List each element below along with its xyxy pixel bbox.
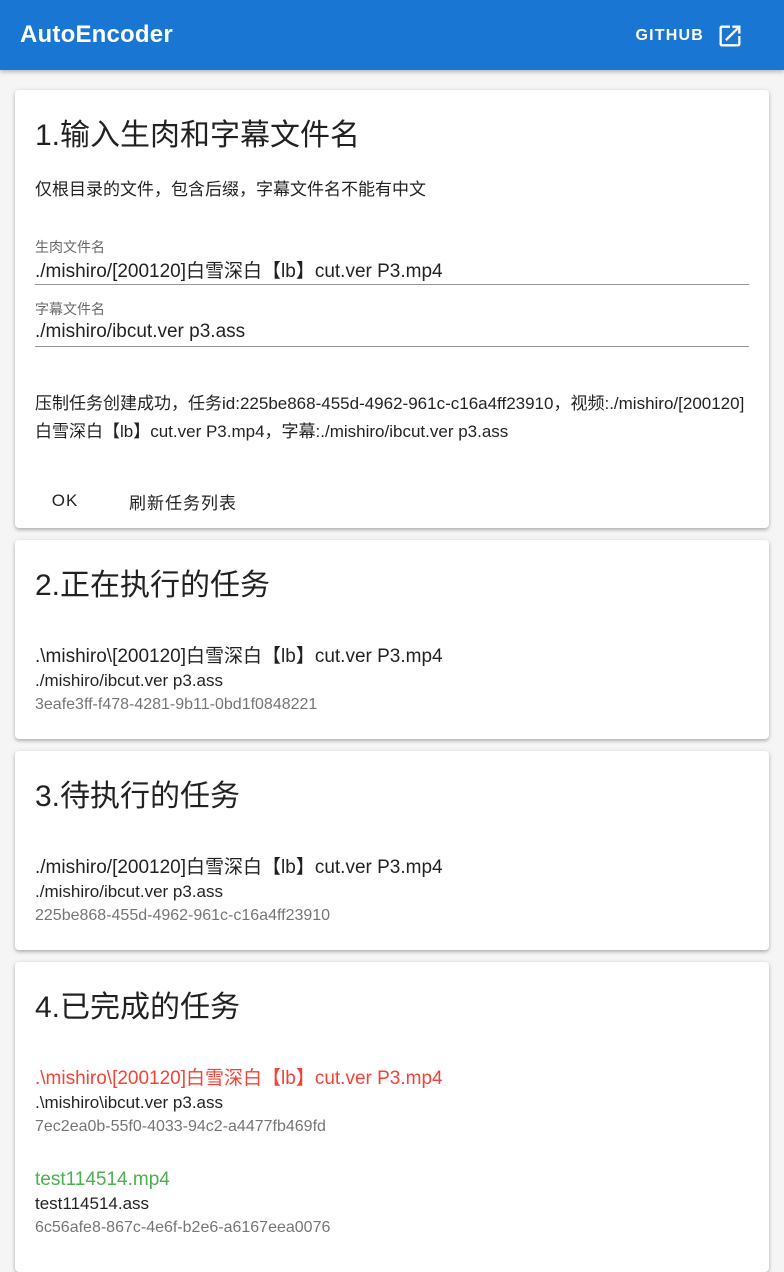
input-section-title: 1.输入生肉和字幕文件名 <box>35 119 361 152</box>
video-filename-input[interactable] <box>35 255 749 285</box>
pending-section-title: 3.待执行的任务 <box>35 780 241 813</box>
status-message: 压制任务创建成功，任务id:225be868-455d-4962-961c-c1… <box>35 394 745 441</box>
video-field-label: 生肉文件名 <box>35 239 105 255</box>
running-tasks-card: 2.正在执行的任务 .\mishiro\[200120]白雪深白【lb】cut.… <box>15 540 769 739</box>
task-video: ./mishiro/[200120]白雪深白【lb】cut.ver P3.mp4 <box>35 857 443 878</box>
input-card: 1.输入生肉和字幕文件名 仅根目录的文件，包含后缀，字幕文件名不能有中文 生肉文… <box>15 90 769 528</box>
task-item-failed: .\mishiro\[200120]白雪深白【lb】cut.ver P3.mp4… <box>35 1066 749 1139</box>
app-bar: AutoEncoder GITHUB <box>0 0 784 70</box>
app-title: AutoEncoder <box>20 21 173 48</box>
ok-button[interactable]: OK <box>35 483 95 519</box>
running-section-title: 2.正在执行的任务 <box>35 569 271 602</box>
task-id: 6c56afe8-867c-4e6f-b2e6-a6167eea0076 <box>35 1219 331 1236</box>
task-subtitle: .\mishiro\ibcut.ver p3.ass <box>35 1093 224 1112</box>
task-video: .\mishiro\[200120]白雪深白【lb】cut.ver P3.mp4 <box>35 646 443 667</box>
task-id: 225be868-455d-4962-961c-c16a4ff23910 <box>35 907 331 924</box>
task-subtitle: test114514.ass <box>35 1194 150 1213</box>
finished-section-title: 4.已完成的任务 <box>35 991 241 1024</box>
subtitle-filename-input[interactable] <box>35 317 749 347</box>
finished-tasks-card: 4.已完成的任务 .\mishiro\[200120]白雪深白【lb】cut.v… <box>15 962 769 1272</box>
subtitle-field: 字幕文件名 <box>35 299 749 347</box>
task-item: ./mishiro/[200120]白雪深白【lb】cut.ver P3.mp4… <box>35 855 749 928</box>
refresh-task-list-button[interactable]: 刷新任务列表 <box>115 483 251 519</box>
task-subtitle: ./mishiro/ibcut.ver p3.ass <box>35 671 224 690</box>
task-video: test114514.mp4 <box>35 1169 170 1190</box>
task-id: 3eafe3ff-f478-4281-9b11-0bd1f0848221 <box>35 696 318 713</box>
task-video: .\mishiro\[200120]白雪深白【lb】cut.ver P3.mp4 <box>35 1068 443 1089</box>
video-field: 生肉文件名 <box>35 237 749 285</box>
pending-tasks-card: 3.待执行的任务 ./mishiro/[200120]白雪深白【lb】cut.v… <box>15 751 769 950</box>
task-id: 7ec2ea0b-55f0-4033-94c2-a4477fb469fd <box>35 1118 326 1135</box>
github-label: GITHUB <box>635 27 704 44</box>
task-subtitle: ./mishiro/ibcut.ver p3.ass <box>35 882 224 901</box>
task-item-success: test114514.mp4 test114514.ass 6c56afe8-8… <box>35 1167 749 1240</box>
task-item: .\mishiro\[200120]白雪深白【lb】cut.ver P3.mp4… <box>35 644 749 717</box>
input-description: 仅根目录的文件，包含后缀，字幕文件名不能有中文 <box>35 180 426 199</box>
open-in-new-icon <box>716 22 744 50</box>
subtitle-field-label: 字幕文件名 <box>35 301 105 317</box>
github-button[interactable]: GITHUB <box>635 20 744 52</box>
